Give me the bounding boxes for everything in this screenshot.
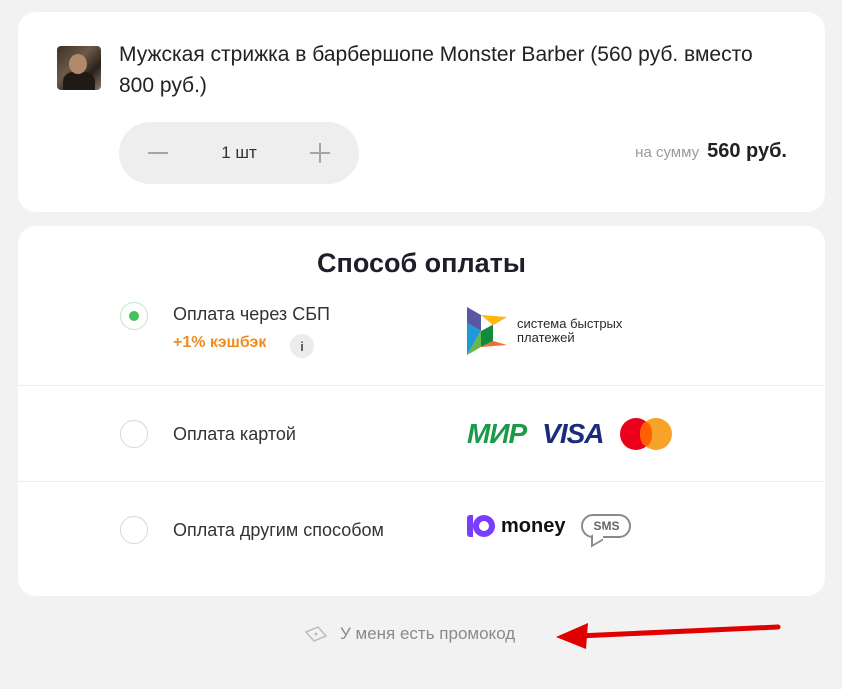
cashback-badge: +1% кэшбэк xyxy=(173,334,267,351)
sbp-logo-text: система быстрых платежей xyxy=(517,316,623,345)
ticket-icon xyxy=(304,626,328,642)
quantity-value: 1 шт xyxy=(221,143,257,162)
yoomoney-icon xyxy=(467,515,495,537)
payment-card: Способ оплаты Оплата через СБП +1% кэшбэ… xyxy=(18,226,825,596)
yoomoney-text: money xyxy=(501,514,566,537)
option-label-other: Оплата другим способом xyxy=(173,520,384,540)
product-title: Мужская стрижка в барбершопе Monster Bar… xyxy=(119,43,753,97)
payment-option-sbp[interactable]: Оплата через СБП +1% кэшбэк i система бы… xyxy=(18,294,825,384)
card-brands: МИР VISA xyxy=(467,418,672,450)
promo-code-label: У меня есть промокод xyxy=(340,624,516,643)
sum-value: 560 руб. xyxy=(707,140,787,162)
increase-button[interactable] xyxy=(289,122,351,184)
radio-other[interactable] xyxy=(120,516,148,544)
radio-sbp[interactable] xyxy=(120,302,148,330)
product-card: Мужская стрижка в барбершопе Monster Bar… xyxy=(18,12,825,212)
option-label-card: Оплата картой xyxy=(173,424,296,444)
other-brands: money SMS xyxy=(467,514,632,538)
quantity-stepper: 1 шт xyxy=(119,122,359,184)
promo-code-link[interactable]: У меня есть промокод xyxy=(304,624,515,644)
mir-logo: МИР xyxy=(467,418,527,449)
yoomoney-logo: money xyxy=(467,515,565,538)
sbp-icon xyxy=(467,307,507,355)
visa-logo: VISA xyxy=(542,418,604,449)
info-icon[interactable]: i xyxy=(290,334,314,358)
radio-card[interactable] xyxy=(120,420,148,448)
annotation-arrow xyxy=(556,623,781,649)
payment-option-other[interactable]: Оплата другим способом money SMS xyxy=(18,481,825,578)
decrease-button[interactable] xyxy=(127,122,189,184)
product-thumbnail xyxy=(57,46,101,90)
payment-title: Способ оплаты xyxy=(317,248,526,278)
payment-option-card[interactable]: Оплата картой МИР VISA xyxy=(18,385,825,482)
option-label-sbp: Оплата через СБП xyxy=(173,304,330,324)
order-sum: на сумму 560 руб. xyxy=(635,140,787,163)
sbp-logo: система быстрых платежей xyxy=(467,307,647,355)
sum-label: на сумму xyxy=(635,144,700,161)
mastercard-logo xyxy=(619,418,672,450)
sms-icon: SMS xyxy=(581,514,632,538)
